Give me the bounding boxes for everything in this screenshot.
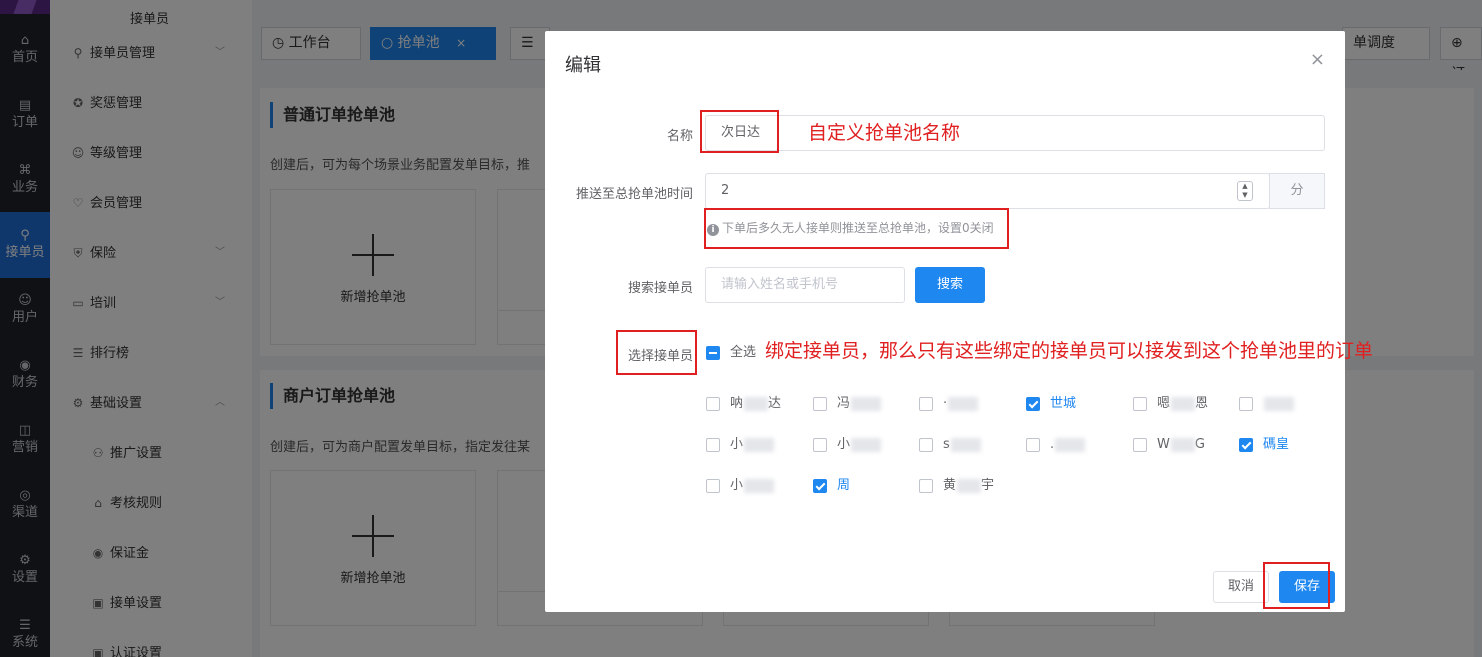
rider-name: 小 bbox=[837, 437, 851, 452]
number-stepper[interactable]: ▲ ▼ bbox=[1237, 181, 1253, 201]
push-time-label: 推送至总抢单池时间 bbox=[575, 187, 693, 202]
search-rider-label: 搜索接单员 bbox=[627, 281, 693, 296]
redacted-name bbox=[957, 478, 982, 493]
redacted-name bbox=[744, 396, 769, 411]
rider-name-suffix: 宇 bbox=[981, 478, 995, 493]
redacted-name bbox=[851, 396, 882, 411]
rider-name-suffix: G bbox=[1194, 437, 1205, 452]
redacted-name bbox=[1055, 437, 1086, 452]
redacted-name bbox=[1171, 396, 1196, 411]
dialog-title: 编辑 bbox=[565, 55, 601, 76]
redacted-name bbox=[950, 437, 981, 452]
redacted-name bbox=[1170, 437, 1195, 452]
search-input[interactable]: 请输入姓名或手机号 bbox=[705, 267, 905, 303]
annotation-box-name bbox=[700, 110, 779, 153]
annotation-box-select bbox=[616, 330, 697, 375]
rider-name: · bbox=[943, 396, 948, 411]
rider-name: s bbox=[943, 437, 950, 452]
rider-name: 黄 bbox=[943, 478, 957, 493]
annotation-box-save bbox=[1263, 562, 1330, 609]
rider-name: 周 bbox=[837, 478, 851, 493]
rider-name-suffix: 恩 bbox=[1195, 396, 1209, 411]
push-time-input[interactable]: 2 bbox=[705, 173, 1270, 209]
rider-name: 嗯 bbox=[1157, 396, 1171, 411]
rider-name: 小 bbox=[730, 478, 744, 493]
rider-name: 呐 bbox=[730, 396, 744, 411]
annotation-rider-note: 绑定接单员，那么只有这些绑定的接单员可以接发到这个抢单池里的订单 bbox=[765, 340, 1374, 362]
close-icon[interactable]: × bbox=[1310, 49, 1325, 70]
name-label: 名称 bbox=[666, 129, 693, 144]
rider-name-suffix: 达 bbox=[768, 396, 782, 411]
rider-name: . bbox=[1050, 437, 1055, 452]
search-button[interactable]: 搜索 bbox=[915, 267, 985, 303]
name-input[interactable]: 次日达 bbox=[705, 115, 1325, 151]
redacted-name bbox=[851, 437, 882, 452]
redacted-name bbox=[744, 478, 775, 493]
annotation-box-hint bbox=[704, 208, 1009, 249]
redacted-name bbox=[1264, 396, 1294, 411]
rider-name: 世城 bbox=[1050, 396, 1077, 411]
annotation-name-note: 自定义抢单池名称 bbox=[808, 122, 961, 144]
cancel-button[interactable]: 取消 bbox=[1213, 571, 1269, 603]
rider-name: 冯 bbox=[837, 396, 851, 411]
rider-name: W bbox=[1157, 437, 1170, 452]
redacted-name bbox=[948, 396, 979, 411]
redacted-name bbox=[744, 437, 775, 452]
rider-name: 碼皇 bbox=[1263, 437, 1290, 452]
rider-name: 小 bbox=[730, 437, 744, 452]
push-time-unit: 分 bbox=[1269, 173, 1325, 209]
